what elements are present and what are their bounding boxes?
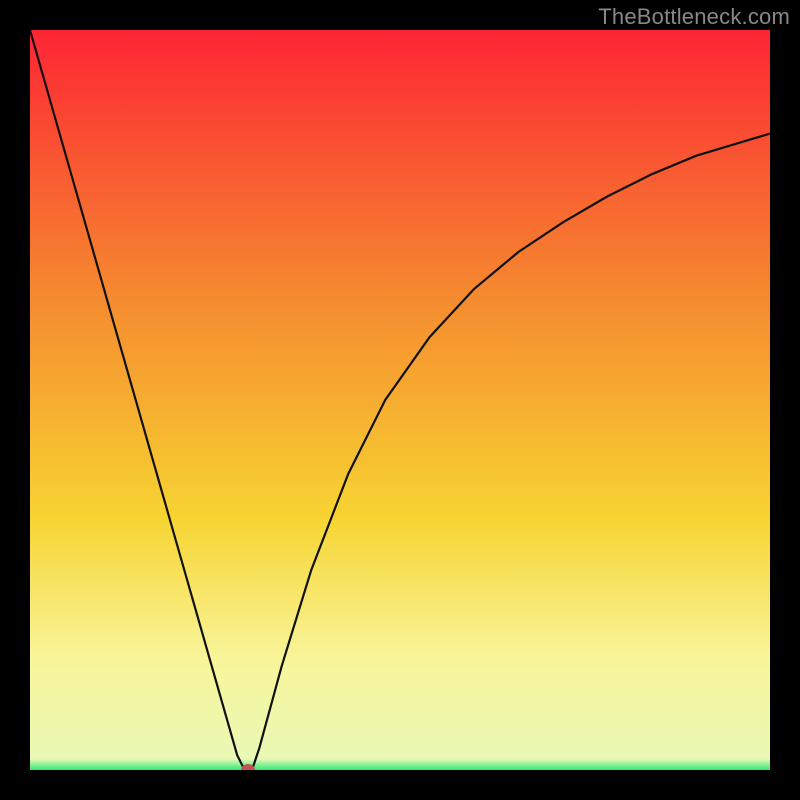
- watermark-text: TheBottleneck.com: [598, 4, 790, 30]
- plot-area: [30, 30, 770, 770]
- chart-svg: [30, 30, 770, 770]
- minimum-marker: [241, 764, 255, 770]
- background-rect: [30, 30, 770, 770]
- chart-frame: TheBottleneck.com: [0, 0, 800, 800]
